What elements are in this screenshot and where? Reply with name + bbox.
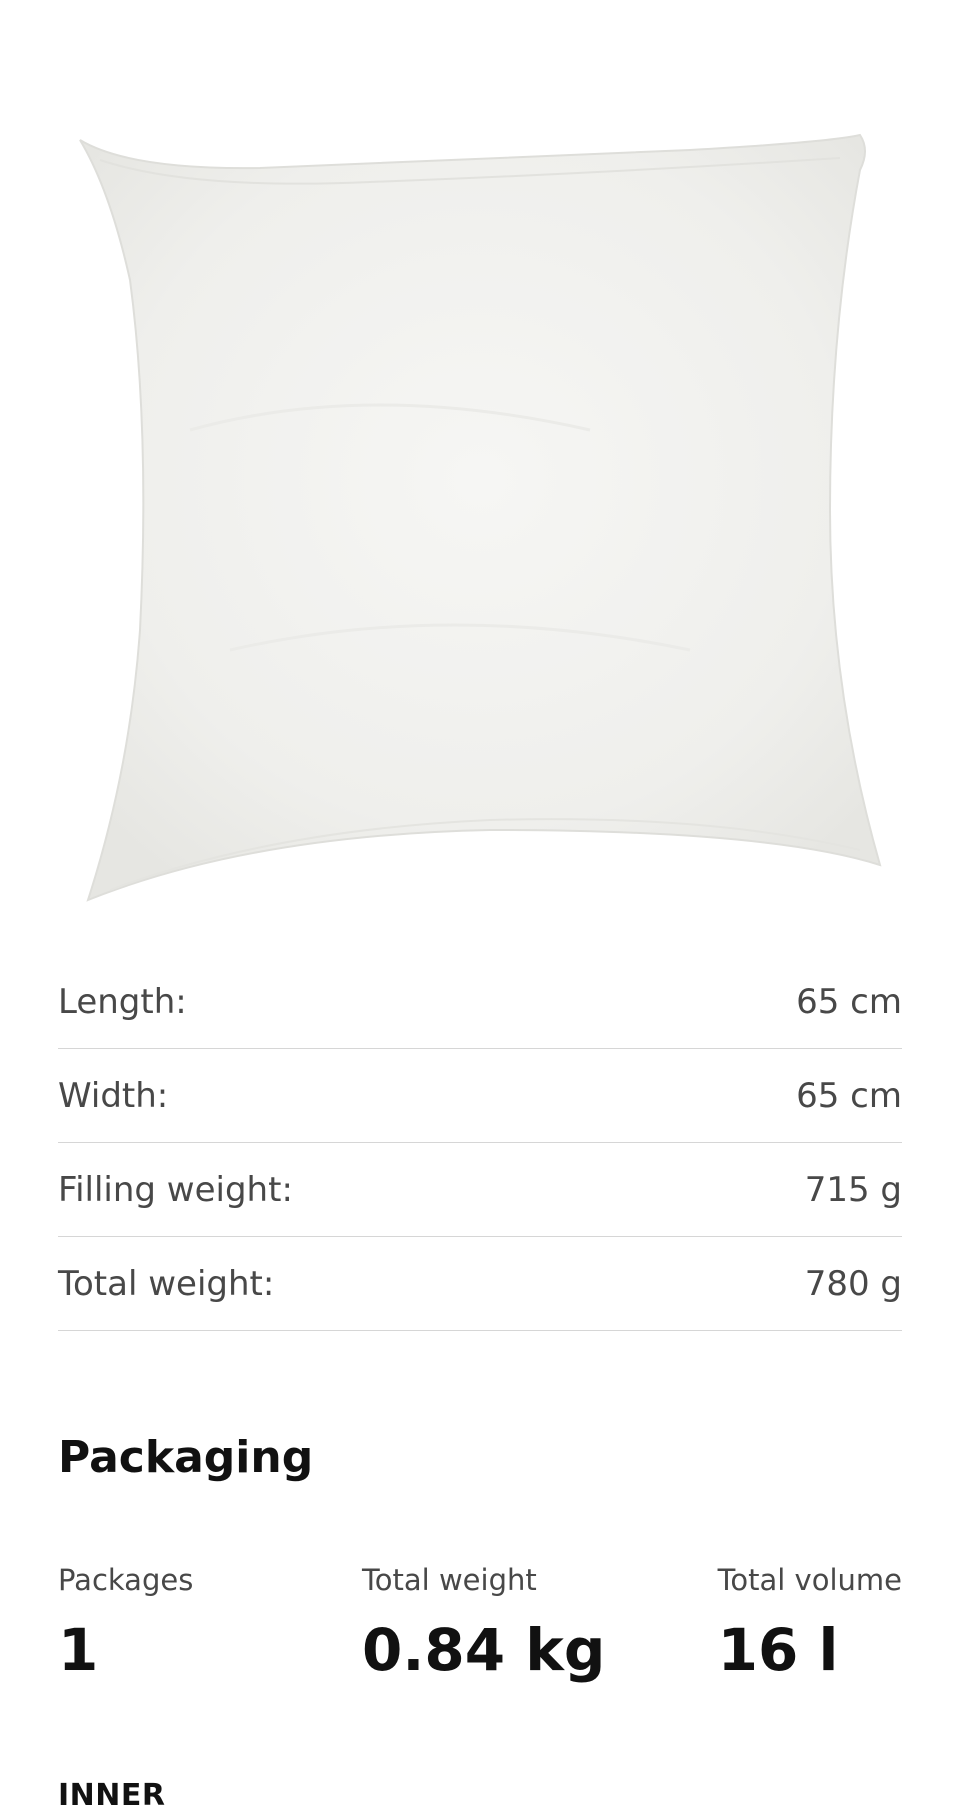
dimension-label: Width: <box>58 1075 169 1116</box>
stat-label: Total volume <box>717 1563 902 1597</box>
dimensions-table: Length: 65 cm Width: 65 cm Filling weigh… <box>58 955 902 1331</box>
packaging-stat-total-volume: Total volume 16 l <box>718 1563 902 1679</box>
dimension-label: Filling weight: <box>58 1169 293 1210</box>
dimension-label: Length: <box>58 981 187 1022</box>
stat-value: 16 l <box>717 1616 839 1684</box>
product-image-pillow <box>70 130 890 910</box>
stat-value: 1 <box>58 1616 99 1684</box>
dimension-value: 715 g <box>804 1169 902 1210</box>
stat-label: Packages <box>58 1563 194 1597</box>
dimension-value: 780 g <box>804 1263 902 1304</box>
packaging-stat-total-weight: Total weight 0.84 kg <box>362 1563 605 1679</box>
stat-label: Total weight <box>362 1563 537 1597</box>
dimension-value: 65 cm <box>796 1075 902 1116</box>
dimension-value: 65 cm <box>796 981 902 1022</box>
dimension-row-length: Length: 65 cm <box>58 955 902 1049</box>
dimension-row-width: Width: 65 cm <box>58 1049 902 1143</box>
dimension-label: Total weight: <box>58 1263 275 1304</box>
dimension-row-filling-weight: Filling weight: 715 g <box>58 1143 902 1237</box>
stat-value: 0.84 kg <box>362 1616 606 1684</box>
dimension-row-total-weight: Total weight: 780 g <box>58 1237 902 1331</box>
packaging-heading: Packaging <box>58 1432 314 1483</box>
pillow-illustration <box>79 133 882 902</box>
packaging-stat-packages: Packages 1 <box>58 1563 193 1679</box>
inner-package-heading: INNER <box>58 1778 166 1813</box>
